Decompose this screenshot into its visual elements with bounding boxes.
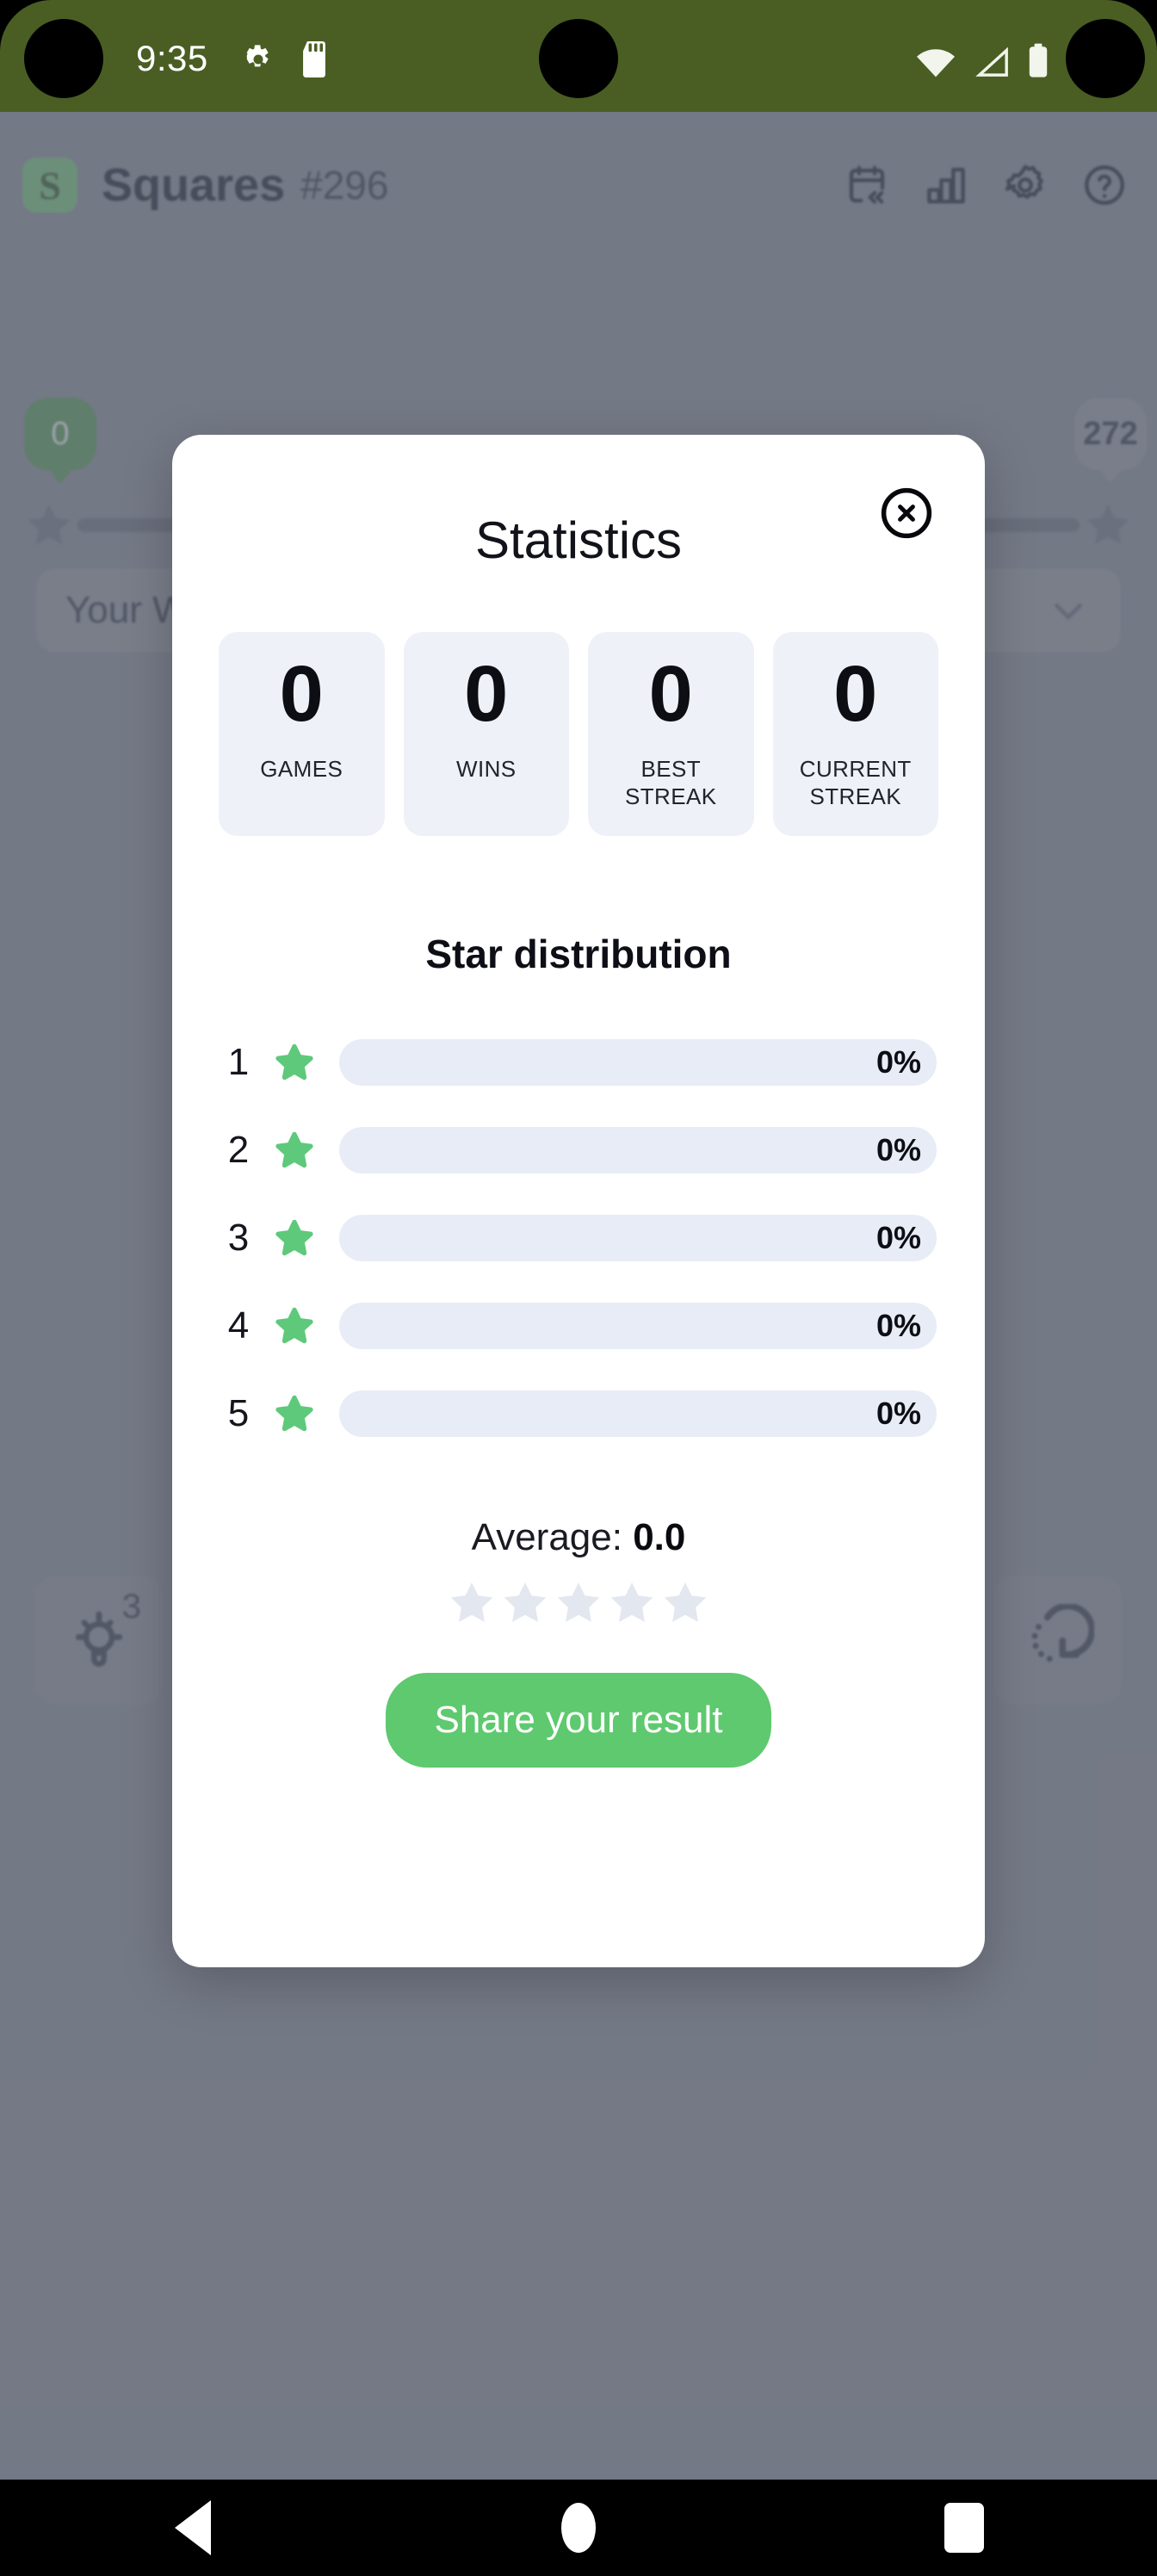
distribution-category: 4 (227, 1304, 250, 1347)
status-clock: 9:35 (136, 38, 208, 78)
share-row: Share your result (172, 1673, 985, 1768)
star-icon (275, 1308, 313, 1344)
distribution-bar-track: 0% (339, 1039, 937, 1087)
average-line: Average: 0.0 (172, 1516, 985, 1559)
distribution-row: 3 0% (220, 1194, 937, 1282)
distribution-row: 5 0% (220, 1370, 937, 1458)
status-bar: 9:35 (0, 0, 1157, 112)
star-icon (557, 1582, 600, 1623)
stat-card-games: 0 GAMES (219, 632, 385, 837)
average-value: 0.0 (633, 1516, 686, 1559)
camera-punchhole-center (539, 19, 618, 98)
stat-label: WINS (456, 756, 517, 782)
star-icon (450, 1582, 493, 1623)
home-button[interactable] (510, 2480, 647, 2576)
star-icon (275, 1044, 313, 1081)
distribution-chart: 1 0% 2 0% 3 0% 4 0% 5 0% (172, 1019, 985, 1458)
stat-value: 0 (648, 650, 693, 738)
modal-title: Statistics (474, 511, 683, 569)
close-circle-icon[interactable] (878, 485, 935, 542)
distribution-bar-track: 0% (339, 1215, 937, 1262)
distribution-value-label: 0% (875, 1396, 921, 1432)
star-icon (275, 1396, 313, 1432)
distribution-row: 4 0% (220, 1282, 937, 1370)
stat-card-current-streak: 0 CURRENT STREAK (772, 632, 938, 837)
star-icon (610, 1582, 653, 1623)
stats-summary-row: 0 GAMES 0 WINS 0 BEST STREAK 0 CURRENT S… (172, 632, 985, 837)
distribution-value-label: 0% (875, 1220, 921, 1256)
stat-card-best-streak: 0 BEST STREAK (588, 632, 754, 837)
recents-button[interactable] (895, 2480, 1033, 2576)
home-circle-icon (561, 2503, 596, 2553)
back-button[interactable] (124, 2480, 262, 2576)
stat-label: BEST STREAK (625, 756, 717, 809)
wifi-icon (917, 49, 955, 77)
distribution-category: 2 (227, 1129, 250, 1172)
cell-signal-icon (975, 46, 1008, 77)
stat-value: 0 (464, 650, 509, 738)
average-star-rating (172, 1578, 985, 1626)
statistics-modal: Statistics 0 GAMES 0 WINS 0 BEST STREAK … (172, 435, 985, 1967)
distribution-value-label: 0% (875, 1044, 921, 1081)
battery-icon (1029, 43, 1048, 77)
status-right-icon-group (915, 43, 1049, 79)
distribution-category: 3 (227, 1217, 250, 1260)
distribution-value-label: 0% (875, 1308, 921, 1344)
distribution-category: 1 (227, 1041, 250, 1084)
distribution-row: 2 0% (220, 1106, 937, 1194)
distribution-row: 1 0% (220, 1019, 937, 1106)
back-triangle-icon (175, 2500, 211, 2555)
average-label: Average: (471, 1516, 634, 1559)
stat-value: 0 (833, 650, 878, 738)
stat-label: CURRENT STREAK (799, 756, 912, 809)
distribution-bar-track: 0% (339, 1127, 937, 1174)
stat-label: GAMES (260, 756, 343, 782)
distribution-bar-track: 0% (339, 1390, 937, 1438)
gear-icon (246, 45, 269, 67)
camera-punchhole-left (24, 19, 103, 98)
distribution-category: 5 (227, 1392, 250, 1435)
status-left-icon-group (241, 41, 329, 77)
camera-punchhole-right (1066, 19, 1145, 98)
star-icon (275, 1132, 313, 1168)
phone-screen: 9:35 S Squares #296 0 272 Your W 3 Stati… (0, 0, 1157, 2576)
distribution-bar-track: 0% (339, 1303, 937, 1350)
star-icon (275, 1220, 313, 1256)
distribution-value-label: 0% (875, 1132, 921, 1168)
recents-square-icon (944, 2503, 984, 2553)
star-icon (504, 1582, 547, 1623)
sdcard-icon (303, 41, 325, 77)
android-nav-bar (0, 2480, 1157, 2576)
star-icon (664, 1582, 707, 1623)
stat-card-wins: 0 WINS (403, 632, 569, 837)
stat-value: 0 (279, 650, 324, 738)
distribution-title: Star distribution (425, 932, 732, 977)
share-result-button[interactable]: Share your result (386, 1673, 771, 1768)
